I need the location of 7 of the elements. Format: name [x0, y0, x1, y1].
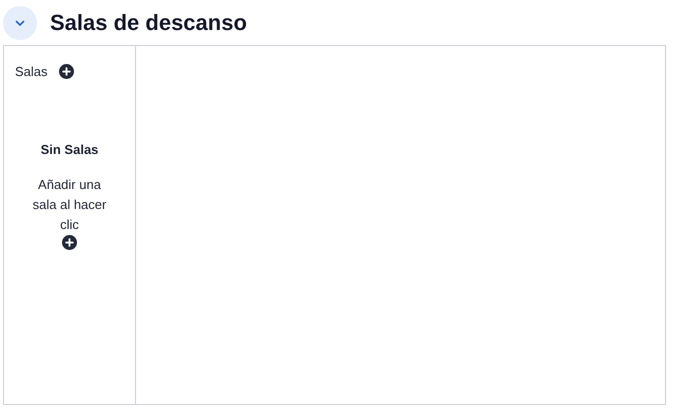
empty-title: Sin Salas	[40, 140, 98, 158]
sidebar-heading: Salas	[15, 63, 48, 81]
add-icon	[62, 235, 77, 250]
collapse-toggle[interactable]	[3, 6, 37, 40]
add-icon[interactable]	[58, 64, 74, 80]
section-title: Salas de descanso	[50, 9, 247, 37]
empty-message: Añadir una sala al hacer clic	[32, 176, 108, 234]
